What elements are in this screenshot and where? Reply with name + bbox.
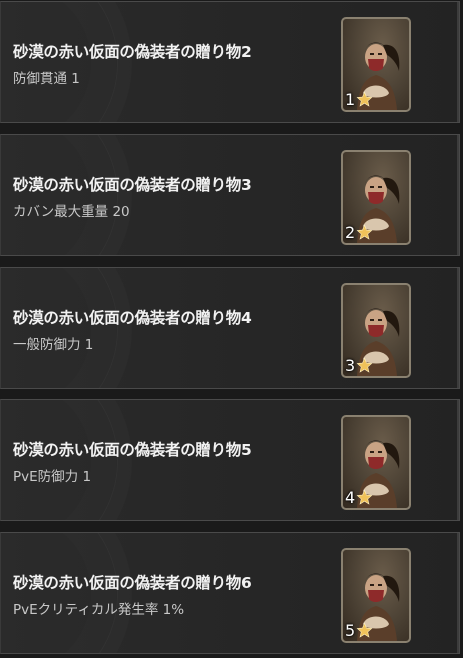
gift-stat: PvEクリティカル発生率 1% bbox=[13, 602, 185, 618]
gift-name: 砂漠の赤い仮面の偽装者の贈り物4 bbox=[13, 309, 252, 327]
grade-number: 1 bbox=[345, 89, 356, 109]
grade-number: 3 bbox=[345, 355, 356, 375]
gift-card[interactable]: 砂漠の赤い仮面の偽装者の贈り物6 PvEクリティカル発生率 1% 5 bbox=[0, 532, 460, 654]
gift-card[interactable]: 砂漠の赤い仮面の偽装者の贈り物4 一般防御力 1 3 bbox=[0, 267, 460, 389]
grade-badge: 3 bbox=[345, 357, 373, 374]
gift-card[interactable]: 砂漠の赤い仮面の偽装者の贈り物2 防御貫通 1 1 bbox=[0, 1, 460, 123]
grade-number: 2 bbox=[345, 222, 356, 242]
gift-card[interactable]: 砂漠の赤い仮面の偽装者の贈り物3 カバン最大重量 20 2 bbox=[0, 134, 460, 256]
gift-stat: PvE防御力 1 bbox=[13, 469, 92, 485]
grade-badge: 5 bbox=[345, 622, 373, 639]
star-icon bbox=[356, 224, 373, 240]
character-portrait: 4 bbox=[341, 415, 411, 510]
gift-stat: 防御貫通 1 bbox=[13, 71, 80, 87]
gift-name: 砂漠の赤い仮面の偽装者の贈り物3 bbox=[13, 176, 252, 194]
star-icon bbox=[356, 622, 373, 638]
grade-badge: 4 bbox=[345, 489, 373, 506]
gift-name: 砂漠の赤い仮面の偽装者の贈り物5 bbox=[13, 441, 252, 459]
gift-name: 砂漠の赤い仮面の偽装者の贈り物2 bbox=[13, 43, 252, 61]
character-portrait: 3 bbox=[341, 283, 411, 378]
character-portrait: 2 bbox=[341, 150, 411, 245]
gift-stat: カバン最大重量 20 bbox=[13, 204, 130, 220]
character-portrait: 5 bbox=[341, 548, 411, 643]
star-icon bbox=[356, 489, 373, 505]
gift-stat: 一般防御力 1 bbox=[13, 337, 94, 353]
gift-card[interactable]: 砂漠の赤い仮面の偽装者の贈り物5 PvE防御力 1 4 bbox=[0, 399, 460, 521]
star-icon bbox=[356, 91, 373, 107]
character-portrait: 1 bbox=[341, 17, 411, 112]
grade-badge: 2 bbox=[345, 224, 373, 241]
grade-badge: 1 bbox=[345, 91, 373, 108]
grade-number: 5 bbox=[345, 620, 356, 640]
gift-name: 砂漠の赤い仮面の偽装者の贈り物6 bbox=[13, 574, 252, 592]
gift-list: 砂漠の赤い仮面の偽装者の贈り物2 防御貫通 1 1 砂漠の赤い仮面の偽装者の贈り… bbox=[0, 0, 463, 658]
grade-number: 4 bbox=[345, 487, 356, 507]
star-icon bbox=[356, 357, 373, 373]
